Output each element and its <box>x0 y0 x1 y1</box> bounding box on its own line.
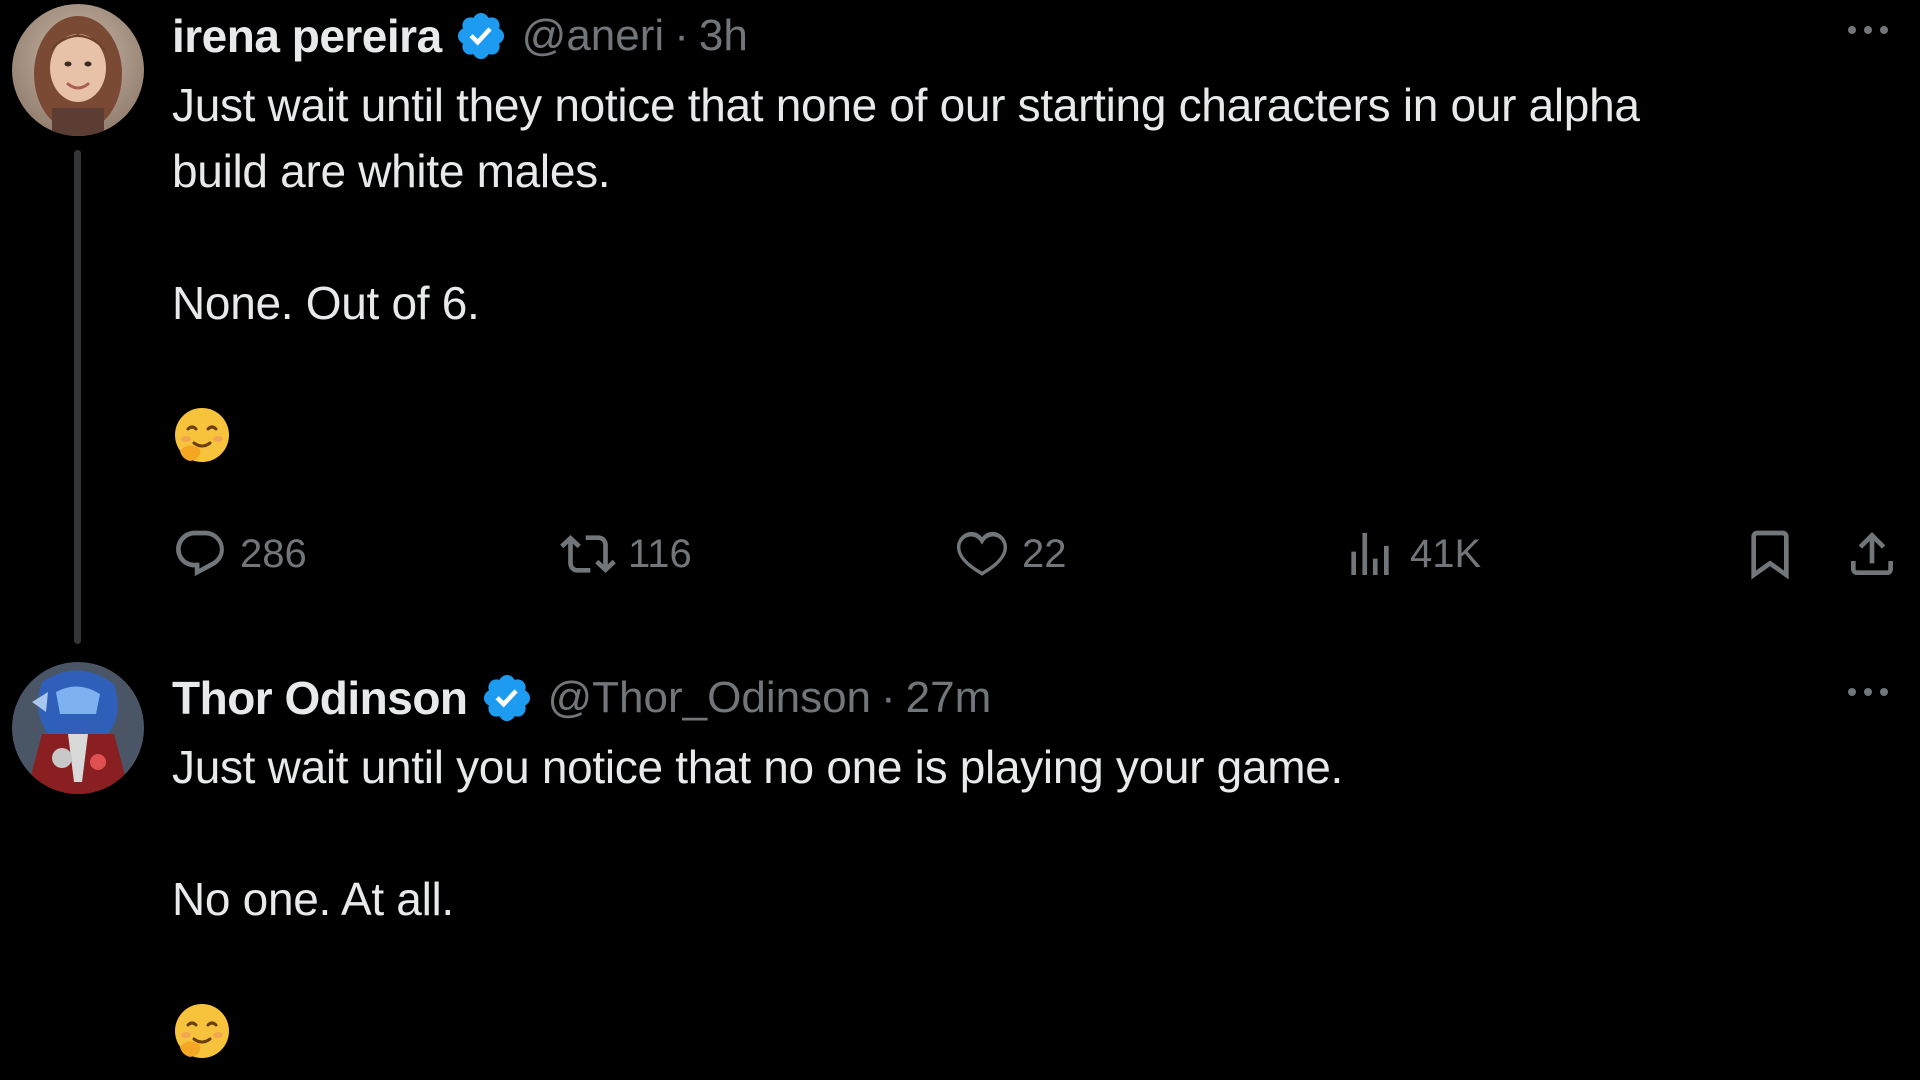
tweet-text-line: No one. At all. <box>172 873 454 925</box>
thread-connector-line <box>74 150 81 644</box>
tweet-text-line: Just wait until they notice that none of… <box>172 79 1640 131</box>
reply-count: 286 <box>240 531 307 576</box>
verified-badge-icon[interactable] <box>454 9 508 63</box>
avatar[interactable] <box>12 662 144 794</box>
share-icon <box>1851 532 1893 575</box>
more-icon[interactable] <box>1840 672 1896 712</box>
retweet-count: 116 <box>628 531 692 576</box>
like-count: 22 <box>1022 531 1067 576</box>
smiling-face-emoji-icon <box>175 408 229 462</box>
display-name[interactable]: irena pereira <box>172 9 442 63</box>
more-icon[interactable] <box>1840 10 1896 50</box>
tweet-text-line: build are white males. <box>172 145 611 197</box>
emoji <box>172 998 1900 1064</box>
handle[interactable]: @aneri <box>522 11 665 61</box>
views-icon <box>1351 533 1389 575</box>
armored-character-avatar <box>12 662 144 794</box>
views-count: 41K <box>1410 531 1482 576</box>
timestamp[interactable]: 27m <box>906 673 992 723</box>
bookmark-button[interactable] <box>1742 518 1798 590</box>
tweet-content: Thor Odinson @Thor_Odinson · 27m Just wa… <box>172 662 1900 1064</box>
tweet-thread: irena pereira @aneri · 3h Just wait unti… <box>0 0 1920 1080</box>
tweet-header: irena pereira @aneri · 3h <box>172 0 1900 72</box>
emoji <box>172 402 1900 468</box>
reply-icon <box>176 530 224 577</box>
avatar[interactable] <box>12 4 144 136</box>
reply-button[interactable]: 286 <box>172 518 307 590</box>
handle[interactable]: @Thor_Odinson <box>548 673 872 723</box>
bookmark-icon <box>1751 530 1789 580</box>
like-icon <box>956 531 1008 576</box>
tweet[interactable]: Thor Odinson @Thor_Odinson · 27m Just wa… <box>0 650 1920 1080</box>
tweet-content: irena pereira @aneri · 3h Just wait unti… <box>172 0 1900 468</box>
tweet-actions: 286 116 22 41K <box>172 518 1900 590</box>
verified-badge-icon[interactable] <box>480 671 534 725</box>
separator-dot: · <box>674 11 689 60</box>
retweet-button[interactable]: 116 <box>560 518 692 590</box>
display-name[interactable]: Thor Odinson <box>172 671 468 725</box>
share-button[interactable] <box>1844 518 1900 590</box>
retweet-icon <box>560 535 616 573</box>
tweet-header: Thor Odinson @Thor_Odinson · 27m <box>172 662 1900 734</box>
views-button[interactable]: 41K <box>1342 518 1481 590</box>
tweet-text: Just wait until they notice that none of… <box>172 72 1900 468</box>
like-button[interactable]: 22 <box>954 518 1067 590</box>
tweet-text: Just wait until you notice that no one i… <box>172 734 1900 1064</box>
separator-dot: · <box>881 673 896 722</box>
smiling-face-emoji-icon <box>175 1004 229 1058</box>
tweet[interactable]: irena pereira @aneri · 3h Just wait unti… <box>0 0 1920 650</box>
timestamp[interactable]: 3h <box>699 11 748 61</box>
woman-portrait-avatar <box>12 4 144 136</box>
tweet-text-line: None. Out of 6. <box>172 277 480 329</box>
tweet-text-line: Just wait until you notice that no one i… <box>172 741 1344 793</box>
